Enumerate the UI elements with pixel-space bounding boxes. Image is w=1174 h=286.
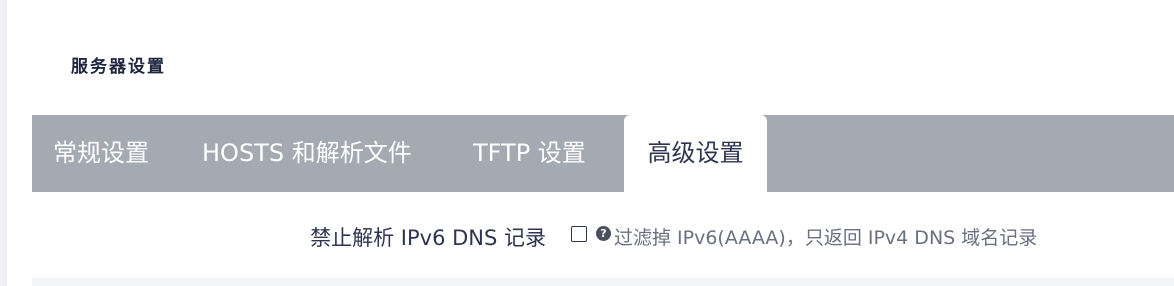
tab-tftp[interactable]: TFTP 设置 bbox=[473, 115, 586, 192]
setting-label: 禁止解析 IPv6 DNS 记录 bbox=[310, 226, 546, 250]
tab-general[interactable]: 常规设置 bbox=[53, 115, 149, 192]
disable-ipv6-checkbox[interactable] bbox=[571, 226, 587, 242]
question-circle-icon: ? bbox=[596, 226, 611, 241]
settings-panel: 服务器设置 常规设置 HOSTS 和解析文件 TFTP 设置 高级设置 禁止解析… bbox=[32, 0, 1174, 286]
section-title: 服务器设置 bbox=[71, 57, 166, 77]
tab-advanced[interactable]: 高级设置 bbox=[624, 115, 767, 192]
tab-bar: 常规设置 HOSTS 和解析文件 TFTP 设置 高级设置 bbox=[32, 115, 1174, 192]
setting-help-text: 过滤掉 IPv6(AAAA)，只返回 IPv4 DNS 域名记录 bbox=[614, 227, 1038, 249]
tab-hosts-resolv[interactable]: HOSTS 和解析文件 bbox=[202, 115, 412, 192]
left-rail bbox=[0, 0, 7, 286]
setting-row-disable-ipv6: 禁止解析 IPv6 DNS 记录 ? 过滤掉 IPv6(AAAA)，只返回 IP… bbox=[32, 192, 1174, 278]
content-divider bbox=[32, 278, 1174, 286]
